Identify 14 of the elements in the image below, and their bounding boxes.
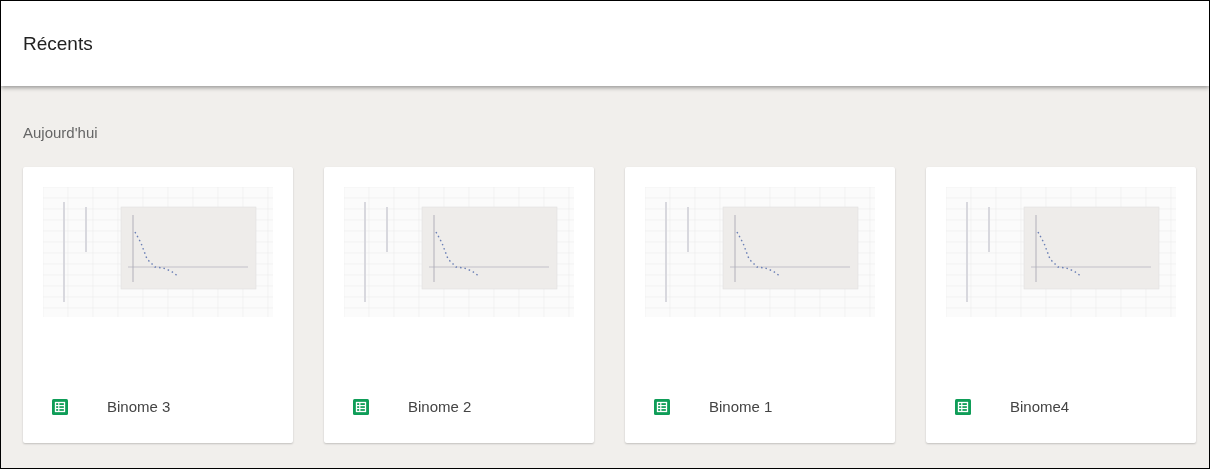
- file-card[interactable]: Binome 1: [625, 167, 895, 443]
- file-card[interactable]: Binome 2: [324, 167, 594, 443]
- file-name: Binome 1: [709, 398, 773, 415]
- file-name: Binome 2: [408, 398, 472, 415]
- spreadsheet-icon: [52, 398, 68, 415]
- file-card[interactable]: Binome4: [926, 167, 1196, 443]
- file-name: Binome4: [1010, 398, 1070, 415]
- spreadsheet-icon: [654, 398, 670, 415]
- file-name: Binome 3: [107, 398, 171, 415]
- page-title: Récents: [23, 32, 93, 55]
- file-card[interactable]: Binome 3: [23, 167, 293, 443]
- spreadsheet-icon: [353, 398, 369, 415]
- section-heading: Aujourd'hui: [23, 124, 99, 141]
- spreadsheet-icon: [955, 398, 971, 415]
